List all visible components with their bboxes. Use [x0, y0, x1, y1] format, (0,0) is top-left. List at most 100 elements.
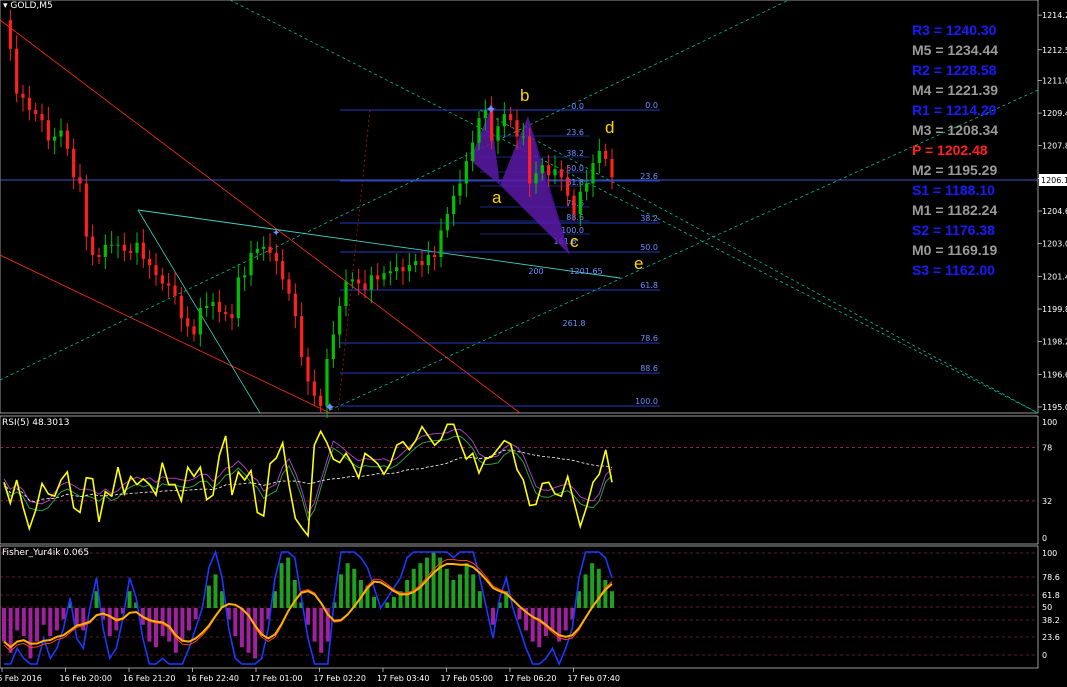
candle-body [547, 165, 551, 176]
candle-body [217, 301, 221, 313]
candle-body [15, 48, 19, 94]
candle-body [553, 169, 557, 176]
fisher-histogram-bar [306, 608, 310, 625]
candle-body [224, 312, 228, 315]
candle-body [236, 277, 240, 319]
fisher-histogram-bar [233, 608, 238, 636]
rsi-panel [0, 415, 1039, 545]
fib-extension-label: 1201.65 [569, 267, 602, 276]
candle-body [509, 114, 513, 121]
fisher-histogram-bar [411, 568, 416, 608]
fisher-histogram-bar [35, 608, 40, 642]
fisher-histogram-bar [464, 563, 469, 608]
candle-body [192, 326, 196, 335]
candle-body [262, 246, 266, 249]
rsi-tick-label: 78 [1042, 444, 1052, 453]
candle-body [167, 283, 171, 286]
fisher-histogram-bar [391, 596, 396, 608]
fisher-histogram-bar [590, 563, 595, 608]
fib-level-label: 23.6 [640, 172, 658, 181]
fisher-histogram-bar [54, 608, 59, 631]
candle-body [350, 279, 354, 282]
fisher-histogram-bar [213, 574, 218, 608]
candle-body [249, 252, 253, 276]
wave-label-a: a [492, 188, 502, 207]
symbol-label: ▾ GOLD,M5 [3, 1, 53, 11]
candle-body [610, 158, 614, 178]
candle-body [357, 279, 361, 284]
candle-body [445, 214, 449, 231]
fib-level-label: 78.6 [640, 334, 658, 343]
fisher-histogram-bar [206, 585, 211, 608]
price-panel [0, 0, 1039, 414]
fisher-histogram-bar [319, 608, 324, 653]
pivot-level-row: R1 = 1214.20 [912, 102, 997, 118]
candle-body [306, 356, 310, 382]
candle-body [110, 244, 114, 246]
price-tick-label: 1198.25 [1042, 338, 1067, 347]
wave-label-c: c [570, 232, 579, 251]
candle-body [344, 281, 348, 306]
fisher-histogram-bar [61, 608, 66, 620]
pivot-level-row: R2 = 1228.58 [912, 62, 997, 78]
fib-inner-label: 0.0 [571, 102, 584, 111]
candle-body [65, 130, 69, 149]
candle-body [452, 195, 456, 215]
fisher-tick-label: 38.2 [1042, 616, 1060, 625]
pivot-level-row: M0 = 1169.19 [912, 242, 998, 258]
fisher-histogram-bar [477, 591, 482, 608]
rsi-tick-label: 0 [1042, 534, 1047, 543]
fib-level-label: 61.8 [640, 281, 658, 290]
candle-body [78, 177, 82, 184]
rsi-tick-label: 100 [1042, 418, 1057, 427]
fib-level-label: 100.0 [635, 397, 658, 406]
fisher-tick-label: 78.6 [1042, 573, 1060, 582]
candle-body [458, 183, 462, 196]
candle-body [205, 305, 209, 308]
fisher-histogram-bar [312, 608, 317, 642]
fisher-histogram-bar [81, 608, 86, 631]
candle-body [597, 150, 601, 164]
fisher-histogram-bar [471, 574, 476, 608]
fisher-histogram-bar [187, 608, 192, 631]
candle-body [72, 148, 76, 178]
rsi-tick-label: 32 [1042, 497, 1052, 506]
fisher-histogram-bar [372, 596, 377, 608]
wave-label-b: b [520, 86, 530, 105]
candle-body [230, 314, 234, 319]
pivot-level-row: S1 = 1188.10 [912, 182, 995, 198]
fisher-histogram-bar [352, 568, 357, 608]
pivot-level-row: M1 = 1182.24 [912, 202, 998, 218]
candle-body [521, 136, 525, 138]
candle-body [426, 254, 430, 266]
time-axis: 16 Feb 2016 16 Feb 20:00 16 Feb 21:20 16 Fe… [0, 668, 620, 683]
fisher-histogram-bar [431, 552, 436, 608]
time-tick-label: 16 Feb 2016 [0, 674, 42, 683]
fisher-histogram-bar [253, 608, 258, 659]
fisher-histogram-bar [279, 563, 284, 608]
candle-body [414, 261, 418, 266]
candle-body [255, 248, 259, 253]
fib-inner-label: 38.2 [566, 149, 584, 158]
fisher-histogram-bar [550, 608, 555, 631]
candle-body [274, 252, 278, 262]
candle-body [122, 244, 126, 251]
candle-body [34, 110, 38, 115]
fisher-label: Fisher_Yur4ik 0.065 [2, 548, 90, 558]
fisher-histogram-bar [2, 608, 6, 642]
candle-body [515, 120, 519, 137]
candle-body [53, 136, 57, 141]
time-tick-label: 17 Feb 05:00 [441, 674, 493, 683]
candle-body [179, 295, 183, 319]
candle-body [154, 265, 158, 276]
candle-body [211, 301, 215, 306]
candle-body [540, 165, 544, 174]
pivot-level-row: P = 1202.48 [912, 142, 988, 158]
time-tick-label: 17 Feb 01:00 [250, 674, 302, 683]
fib-level-label: 88.6 [640, 364, 658, 373]
candle-body [604, 150, 608, 159]
candle-body [319, 395, 323, 406]
time-tick-label: 16 Feb 20:00 [60, 674, 112, 683]
pivot-level-row: M4 = 1221.39 [912, 82, 999, 98]
fisher-tick-label: 50 [1042, 603, 1052, 612]
